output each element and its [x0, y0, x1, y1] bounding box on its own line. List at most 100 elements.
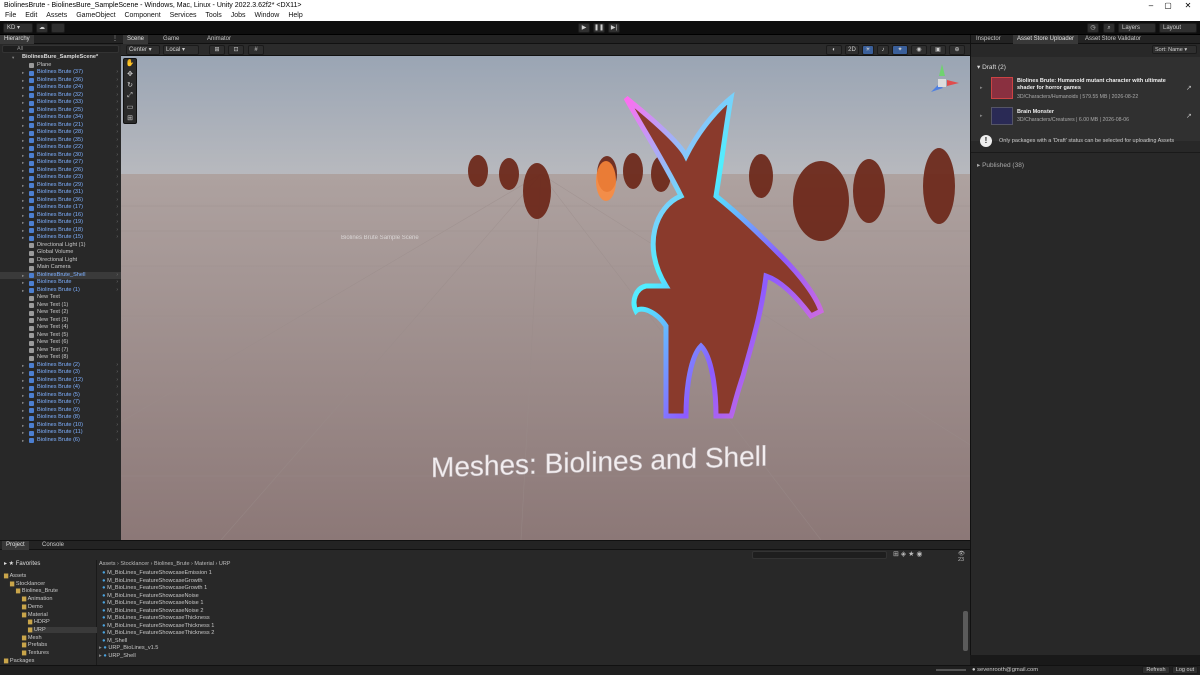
prefab-chevron-icon[interactable]: › — [116, 279, 118, 287]
camera-icon[interactable]: ▣ — [930, 45, 946, 55]
hierarchy-item[interactable]: ▸ Biolines Brute (23) › — [0, 174, 121, 182]
prefab-chevron-icon[interactable]: › — [116, 122, 118, 130]
layers-dropdown[interactable]: Layers — [1118, 23, 1156, 33]
breadcrumb-item[interactable]: Biolines_Brute — [154, 561, 189, 567]
hierarchy-item[interactable]: ▸ Biolines Brute (4) › — [0, 384, 121, 392]
file-item[interactable]: ● M_Shell — [99, 638, 127, 644]
menu-assets[interactable]: Assets — [46, 11, 67, 21]
prefab-chevron-icon[interactable]: › — [116, 234, 118, 242]
expand-arrow-icon[interactable]: ▸ — [22, 407, 24, 415]
expand-arrow-icon[interactable]: ▸ — [22, 122, 24, 130]
favorites-header[interactable]: ▸ ★ Favorites — [4, 560, 40, 567]
scene-viewport[interactable]: Meshes: Biolines and Shell Biolines Brut… — [121, 56, 970, 540]
hierarchy-item[interactable]: Directional Light (1) — [0, 242, 121, 250]
package-title-1[interactable]: Biolines Brute: Humanoid mutant characte… — [1017, 78, 1182, 92]
expand-arrow-icon[interactable]: ▸ — [22, 182, 24, 190]
rect-tool-icon[interactable]: ▭ — [124, 103, 136, 114]
menu-gameobject[interactable]: GameObject — [76, 11, 115, 21]
project-search-input[interactable] — [752, 551, 887, 559]
search-icon[interactable]: ⌕ — [1103, 23, 1115, 33]
expand-arrow-icon[interactable]: ▸ — [22, 414, 24, 422]
effects-icon[interactable]: ✦ — [892, 45, 908, 55]
hierarchy-item[interactable]: ▸ Biolines Brute (31) › — [0, 189, 121, 197]
hierarchy-item[interactable]: New Text (2) — [0, 309, 121, 317]
expand-arrow-icon[interactable]: ▸ — [22, 437, 24, 445]
expand-arrow-icon[interactable]: ▸ — [22, 114, 24, 122]
breadcrumb-item[interactable]: Material — [194, 561, 214, 567]
cloud-icon[interactable]: ☁ — [36, 23, 48, 33]
toggle-2d-button[interactable]: 2D — [845, 45, 859, 55]
menu-jobs[interactable]: Jobs — [231, 11, 246, 21]
expand-arrow-icon[interactable]: ▸ — [22, 219, 24, 227]
prefab-chevron-icon[interactable]: › — [116, 362, 118, 370]
prefab-chevron-icon[interactable]: › — [116, 92, 118, 100]
menu-window[interactable]: Window — [254, 11, 279, 21]
space-dropdown[interactable]: Local ▾ — [163, 45, 199, 55]
draft-header[interactable]: ▾ Draft (2) — [977, 63, 1006, 71]
menu-edit[interactable]: Edit — [25, 11, 37, 21]
tab-inspector[interactable]: Inspector — [972, 35, 1005, 44]
snap-increment-icon[interactable]: ⊡ — [228, 45, 244, 55]
prefab-chevron-icon[interactable]: › — [116, 204, 118, 212]
hierarchy-item[interactable]: ▸ Biolines Brute (2) › — [0, 362, 121, 370]
file-item[interactable]: ● M_BioLines_FeatureShowcaseThickness — [99, 615, 210, 621]
tab-asset-store-uploader[interactable]: Asset Store Uploader — [1013, 35, 1079, 44]
transform-tool-icon[interactable]: ⊞ — [124, 114, 136, 125]
prefab-chevron-icon[interactable]: › — [116, 414, 118, 422]
hand-tool-icon[interactable]: ✋ — [124, 59, 136, 70]
expand-arrow-icon[interactable]: ▸ — [22, 144, 24, 152]
hierarchy-item[interactable]: ▸ Biolines Brute (10) › — [0, 422, 121, 430]
expand-arrow-icon[interactable]: ▸ — [99, 645, 102, 651]
hierarchy-item[interactable]: ▸ Biolines Brute (8) › — [0, 414, 121, 422]
expand-arrow-icon[interactable]: ▸ — [22, 204, 24, 212]
pause-button[interactable]: ❚❚ — [593, 23, 605, 33]
file-item[interactable]: ● M_BioLines_FeatureShowcaseThickness 2 — [99, 630, 214, 636]
expand-arrow-icon[interactable]: ▾ — [12, 54, 14, 62]
hierarchy-item[interactable]: ▸ Biolines Brute (3) › — [0, 369, 121, 377]
expand-arrow-icon[interactable]: ▸ — [22, 92, 24, 100]
project-folder[interactable]: ▆ Prefabs — [22, 642, 47, 648]
hierarchy-item[interactable]: ▸ Biolines Brute (21) › — [0, 122, 121, 130]
expand-arrow-icon[interactable]: ▸ — [22, 174, 24, 182]
hierarchy-item[interactable]: ▸ Biolines Brute (32) › — [0, 92, 121, 100]
hierarchy-item[interactable]: ▸ Biolines Brute (35) › — [0, 137, 121, 145]
layout-dropdown[interactable]: Layout — [1159, 23, 1197, 33]
filter-icons[interactable]: ⊞ ◈ ★ ◉ — [893, 550, 922, 558]
refresh-button[interactable]: Refresh — [1142, 666, 1170, 674]
expand-arrow-icon[interactable]: ▸ — [22, 392, 24, 400]
lighting-icon[interactable]: ☀ — [862, 45, 874, 55]
grid-snap-icon[interactable]: ⊞ — [209, 45, 225, 55]
hierarchy-item[interactable]: New Text (3) — [0, 317, 121, 325]
tab-scene[interactable]: Scene — [123, 35, 149, 44]
project-folder[interactable]: ▆ Stocklancer — [10, 581, 45, 587]
project-folder[interactable]: ▆ Animation — [22, 596, 52, 602]
prefab-chevron-icon[interactable]: › — [116, 114, 118, 122]
scale-tool-icon[interactable]: ⤢ — [124, 92, 136, 103]
tab-project[interactable]: Project — [2, 541, 29, 550]
expand-arrow-icon[interactable]: ▸ — [22, 69, 24, 77]
project-folder[interactable]: ▆ URP — [28, 626, 97, 633]
close-icon[interactable]: ✕ — [1181, 0, 1195, 11]
hierarchy-item[interactable]: ▸ Biolines Brute (9) › — [0, 407, 121, 415]
hierarchy-item[interactable]: ▸ Biolines Brute (34) › — [0, 114, 121, 122]
prefab-chevron-icon[interactable]: › — [116, 437, 118, 445]
prefab-chevron-icon[interactable]: › — [116, 189, 118, 197]
prefab-chevron-icon[interactable]: › — [116, 144, 118, 152]
expand-arrow-icon[interactable]: ▸ — [22, 107, 24, 115]
scrollbar[interactable] — [963, 611, 968, 651]
hierarchy-item[interactable]: Plane — [0, 62, 121, 70]
expand-arrow-icon[interactable]: ▸ — [22, 167, 24, 175]
file-item[interactable]: ▸ ● URP_BioLines_v1.5 — [99, 645, 158, 651]
expand-arrow-icon[interactable]: ▸ — [22, 152, 24, 160]
open-link-icon-2[interactable]: ↗ — [1186, 112, 1192, 120]
maximize-icon[interactable]: ▢ — [1161, 0, 1175, 11]
prefab-chevron-icon[interactable]: › — [116, 219, 118, 227]
hierarchy-item[interactable]: New Text (6) — [0, 339, 121, 347]
expand-arrow-icon[interactable]: ▸ — [22, 272, 24, 280]
minimize-icon[interactable]: – — [1144, 0, 1158, 11]
hierarchy-item[interactable]: ▸ Biolines Brute (24) › — [0, 84, 121, 92]
audio-icon[interactable]: ♪ — [877, 45, 889, 55]
more-icon[interactable]: ⋮ — [112, 35, 118, 44]
logout-button[interactable]: Log out — [1172, 666, 1198, 674]
expand-arrow-icon[interactable]: ▸ — [99, 653, 102, 659]
